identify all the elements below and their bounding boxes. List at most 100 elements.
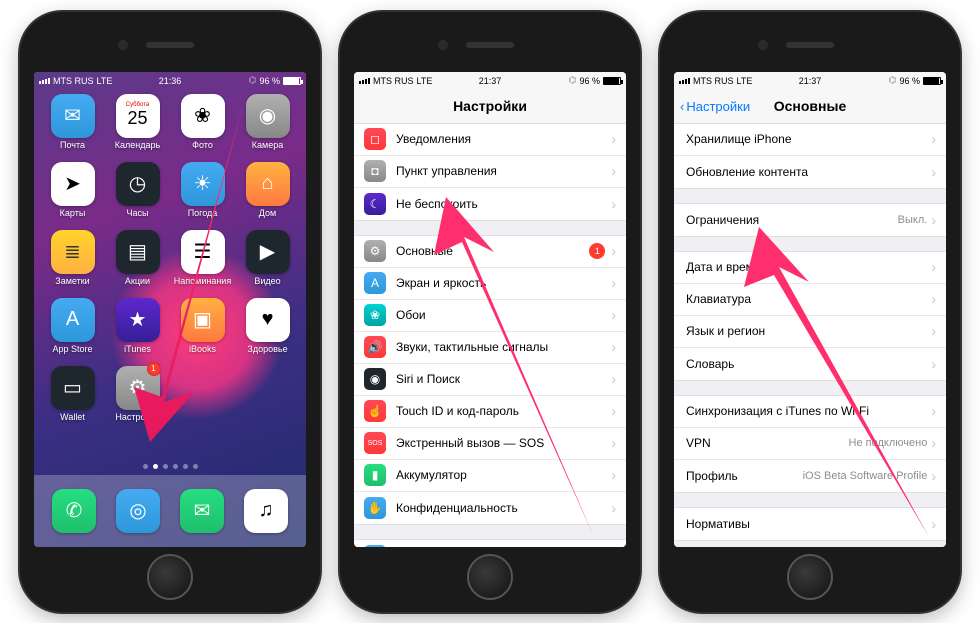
chevron-right-icon: › [931, 164, 936, 180]
app-App Store[interactable]: AApp Store [40, 298, 105, 364]
home-button[interactable] [147, 554, 193, 600]
app-Календарь[interactable]: Суббота25Календарь [105, 94, 170, 160]
battery-icon [283, 77, 301, 85]
settings-row[interactable]: ◉ Siri и Поиск › [354, 364, 626, 396]
phone-frame-settings: MTS RUS LTE 21:37 ⌬ 96 % Настройки ◻ Уве… [340, 12, 640, 612]
page-indicator[interactable] [34, 458, 306, 475]
app-Фото[interactable]: ❀Фото [170, 94, 235, 160]
app-label: Часы [127, 208, 149, 218]
settings-row[interactable]: ☝ Touch ID и код-пароль › [354, 396, 626, 428]
app-label: Камера [252, 140, 283, 150]
settings-row[interactable]: ☾ Не беспокоить › [354, 188, 626, 220]
app-Карты[interactable]: ➤Карты [40, 162, 105, 228]
row-label: Экстренный вызов — SOS [396, 436, 611, 450]
app-iTunes[interactable]: ★iTunes [105, 298, 170, 364]
chevron-right-icon: › [611, 243, 616, 259]
row-label: Словарь [686, 357, 931, 371]
network-label: LTE [737, 76, 753, 86]
row-label: Не беспокоить [396, 197, 611, 211]
app-label: Акции [125, 276, 150, 286]
settings-row[interactable]: ◘ Пункт управления › [354, 156, 626, 188]
chevron-right-icon: › [611, 275, 616, 291]
settings-row[interactable]: ❀ Обои › [354, 300, 626, 332]
settings-row[interactable]: ▮ Аккумулятор › [354, 460, 626, 492]
general-row[interactable]: VPN Не подключено › [674, 428, 946, 460]
home-button[interactable] [467, 554, 513, 600]
dock-app-Сообщения[interactable]: ✉ [180, 489, 224, 533]
app-iBooks[interactable]: ▣iBooks [170, 298, 235, 364]
dock-app-Safari[interactable]: ◎ [116, 489, 160, 533]
row-label: Нормативы [686, 517, 931, 531]
app-Дом[interactable]: ⌂Дом [235, 162, 300, 228]
app-Погода[interactable]: ☀Погода [170, 162, 235, 228]
row-label: Конфиденциальность [396, 501, 611, 515]
dock: ✆ ◎ ✉ ♫ [34, 475, 306, 547]
chevron-right-icon: › [931, 468, 936, 484]
app-grid: ✉ПочтаСуббота25Календарь❀Фото◉Камера ➤Кар… [34, 90, 306, 458]
chevron-right-icon: › [611, 163, 616, 179]
status-bar: MTS RUS LTE 21:36 ⌬ 96 % [34, 72, 306, 90]
general-row[interactable]: Ограничения Выкл. › [674, 204, 946, 236]
row-icon: ◘ [364, 160, 386, 182]
app-Часы[interactable]: ◷Часы [105, 162, 170, 228]
app-label: Почта [60, 140, 85, 150]
settings-row[interactable]: A iTunes Store и App Store › [354, 540, 626, 547]
app-Почта[interactable]: ✉Почта [40, 94, 105, 160]
app-label: Фото [192, 140, 213, 150]
row-label: Touch ID и код-пароль [396, 404, 611, 418]
chevron-right-icon: › [611, 196, 616, 212]
chevron-right-icon: › [931, 212, 936, 228]
clock: 21:36 [159, 76, 182, 86]
app-Wallet[interactable]: ▭Wallet [40, 366, 105, 432]
general-row[interactable]: Клавиатура › [674, 284, 946, 316]
app-Камера[interactable]: ◉Камера [235, 94, 300, 160]
row-label: Дата и время [686, 260, 931, 274]
carrier-label: MTS RUS [373, 76, 414, 86]
general-list[interactable]: Хранилище iPhone ›Обновление контента › О… [674, 124, 946, 547]
bluetooth-icon: ⌬ [569, 75, 577, 86]
network-label: LTE [97, 76, 113, 86]
row-label: Клавиатура [686, 292, 931, 306]
app-icon: ▤ [116, 230, 160, 274]
row-icon: ◉ [364, 368, 386, 390]
general-row[interactable]: Нормативы › [674, 508, 946, 540]
row-label: Siri и Поиск [396, 372, 611, 386]
app-Заметки[interactable]: ≣Заметки [40, 230, 105, 296]
general-row[interactable]: Язык и регион › [674, 316, 946, 348]
settings-row[interactable]: ✋ Конфиденциальность › [354, 492, 626, 524]
app-Напоминания[interactable]: ☰Напоминания [170, 230, 235, 296]
app-label: Настройки [115, 412, 159, 422]
general-row[interactable]: Словарь › [674, 348, 946, 380]
settings-list[interactable]: ◻ Уведомления ›◘ Пункт управления ›☾ Не … [354, 124, 626, 547]
app-Видео[interactable]: ▶Видео [235, 230, 300, 296]
general-screen: MTS RUS LTE 21:37 ⌬ 96 % ‹ Настройки Осн… [674, 72, 946, 547]
settings-row[interactable]: A Экран и яркость › [354, 268, 626, 300]
general-row[interactable]: Синхронизация с iTunes по Wi-Fi › [674, 396, 946, 428]
settings-row[interactable]: SOS Экстренный вызов — SOS › [354, 428, 626, 460]
app-Настройки[interactable]: 1⚙Настройки [105, 366, 170, 432]
settings-row[interactable]: 🔊 Звуки, тактильные сигналы › [354, 332, 626, 364]
app-label: Календарь [115, 140, 160, 150]
dock-app-Телефон[interactable]: ✆ [52, 489, 96, 533]
general-row[interactable]: Профиль iOS Beta Software Profile › [674, 460, 946, 492]
row-icon: A [364, 272, 386, 294]
general-row[interactable]: Обновление контента › [674, 156, 946, 188]
settings-row[interactable]: ⚙ Основные 1 › [354, 236, 626, 268]
app-label: Здоровье [247, 344, 287, 354]
chevron-right-icon: › [931, 323, 936, 339]
chevron-right-icon: › [931, 403, 936, 419]
settings-row[interactable]: ◻ Уведомления › [354, 124, 626, 156]
app-label: iBooks [189, 344, 216, 354]
app-Акции[interactable]: ▤ Акции [105, 230, 170, 296]
app-label: Напоминания [174, 276, 231, 286]
app-label: iTunes [124, 344, 151, 354]
chevron-right-icon: › [611, 371, 616, 387]
app-Здоровье[interactable]: ♥Здоровье [235, 298, 300, 364]
general-row[interactable]: Хранилище iPhone › [674, 124, 946, 156]
back-button[interactable]: ‹ Настройки [680, 99, 750, 114]
general-row[interactable]: Дата и время › [674, 252, 946, 284]
home-button[interactable] [787, 554, 833, 600]
badge: 1 [589, 243, 605, 259]
dock-app-Музыка[interactable]: ♫ [244, 489, 288, 533]
row-icon: SOS [364, 432, 386, 454]
